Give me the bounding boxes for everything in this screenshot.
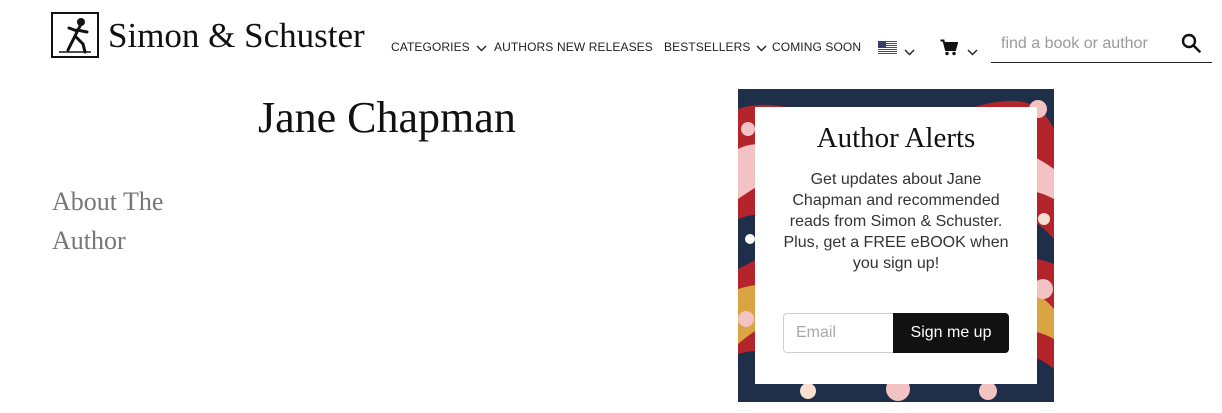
chevron-down-icon[interactable] xyxy=(904,43,915,61)
cart-icon[interactable] xyxy=(940,39,959,61)
sign-up-button[interactable]: Sign me up xyxy=(893,313,1009,353)
chevron-down-icon[interactable] xyxy=(967,43,978,61)
nav-bestsellers-label: BESTSELLERS xyxy=(664,40,751,54)
chevron-down-icon xyxy=(476,41,487,55)
sower-logo-icon[interactable] xyxy=(51,12,99,58)
nav-new-releases[interactable]: NEW RELEASES xyxy=(557,40,653,56)
search-input[interactable] xyxy=(1001,31,1176,57)
search-bar xyxy=(991,27,1212,63)
page-title: Jane Chapman xyxy=(258,93,516,142)
chevron-down-icon xyxy=(756,41,767,55)
nav-authors[interactable]: AUTHORS xyxy=(494,40,553,56)
nav-coming-soon[interactable]: COMING SOON xyxy=(772,40,861,56)
nav-categories-label: CATEGORIES xyxy=(391,40,470,54)
author-alerts-title: Author Alerts xyxy=(816,122,976,154)
nav-categories[interactable]: CATEGORIES xyxy=(391,40,487,56)
author-alerts-description: Get updates about Jane Chapman and recom… xyxy=(783,171,1009,272)
email-field[interactable] xyxy=(783,313,893,353)
author-alerts-card: Author Alerts Get updates about Jane Cha… xyxy=(755,107,1037,384)
us-flag-icon[interactable] xyxy=(878,41,897,54)
nav-bestsellers[interactable]: BESTSELLERS xyxy=(664,40,767,56)
brand-wordmark[interactable]: Simon & Schuster xyxy=(108,18,365,53)
about-author-heading: About The Author xyxy=(52,187,164,255)
search-icon[interactable] xyxy=(1181,33,1201,58)
